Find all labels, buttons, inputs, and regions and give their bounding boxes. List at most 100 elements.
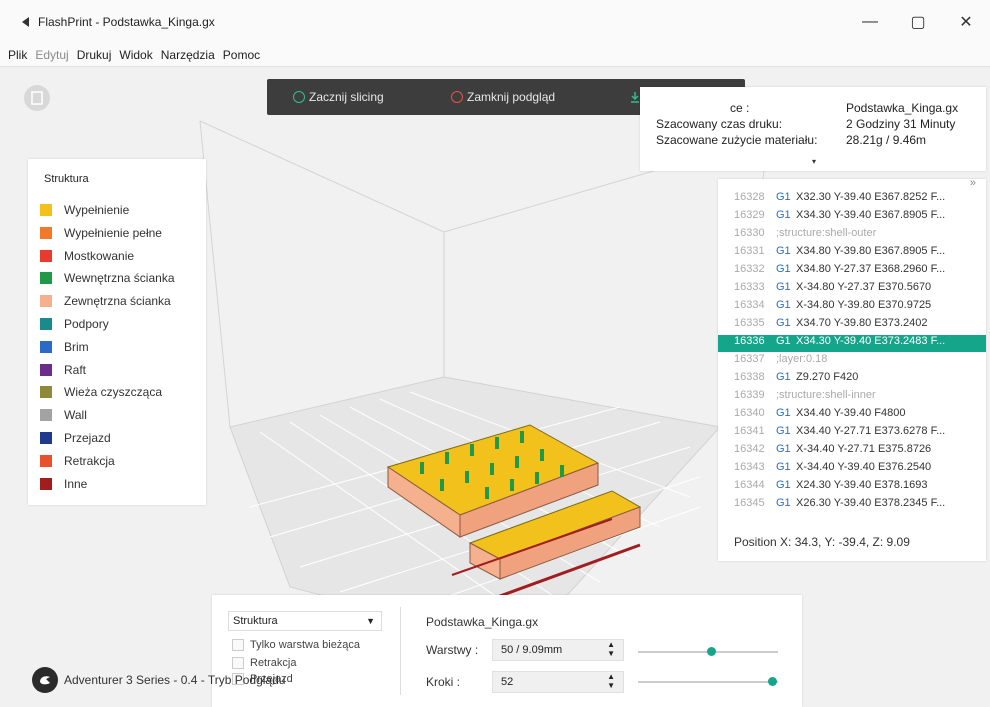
document-icon (31, 91, 43, 105)
only-current-layer-checkbox[interactable]: Tylko warstwa bieżąca (232, 639, 360, 651)
menu-pomoc[interactable]: Pomoc (223, 48, 260, 62)
gcode-arguments: X34.80 Y-39.80 E367.8905 F... (796, 245, 946, 257)
maximize-button[interactable]: ▢ (894, 0, 942, 44)
collapse-panel-icon[interactable]: » (970, 177, 976, 189)
title-bar: FlashPrint - Podstawka_Kinga.gx — ▢ ✕ (0, 0, 990, 44)
gcode-line[interactable]: 16336 G1 X34.30 Y-39.40 E373.2483 F... (718, 335, 986, 352)
gcode-arguments: X32.30 Y-39.40 E367.8252 F... (796, 191, 946, 203)
gcode-line-number: 16328 (734, 191, 765, 203)
gcode-command: G1 (776, 191, 791, 203)
gcode-line[interactable]: 16340 G1 X34.40 Y-39.40 F4800 (718, 407, 986, 424)
menu-edytuj[interactable]: Edytuj (35, 48, 68, 62)
print-info-panel: ce : Podstawka_Kinga.gx Szacowany czas d… (640, 87, 986, 171)
legend-label: Brim (64, 339, 89, 354)
gcode-line-number: 16333 (734, 281, 765, 293)
status-text: Adventurer 3 Series - 0.4 - Tryb Podgląd… (64, 673, 286, 687)
preview-viewport[interactable]: Zacznij slicing Zamknij podgląd ce : Pod… (0, 67, 990, 707)
gcode-line[interactable]: 16338 G1 Z9.270 F420 (718, 371, 986, 388)
gcode-line-number: 16345 (734, 497, 765, 509)
menu-narzedzia[interactable]: Narzędzia (161, 48, 215, 62)
gcode-panel: » 16328 G1 X32.30 Y-39.40 E367.8252 F... 16… (718, 177, 986, 561)
steps-slider-handle[interactable] (768, 677, 778, 686)
gcode-line[interactable]: 16333 G1 X-34.80 Y-27.37 E370.5670 (718, 281, 986, 298)
legend-swatch (40, 226, 52, 239)
gcode-line[interactable]: 16334 G1 X-34.80 Y-39.80 E370.9725 (718, 299, 986, 316)
minimize-button[interactable]: — (846, 0, 894, 44)
gcode-line-number: 16332 (734, 263, 765, 275)
gcode-arguments: X34.40 Y-27.71 E373.6278 F... (796, 425, 946, 437)
legend-swatch (40, 340, 52, 353)
legend-label: Retrakcja (64, 453, 115, 468)
legend-item: Wypełnienie (40, 203, 129, 217)
close-button[interactable]: ✕ (942, 0, 990, 44)
time-value: 2 Godziny 31 Minuty (846, 117, 956, 131)
menu-plik[interactable]: Plik (8, 48, 27, 62)
printer-logo-icon (40, 676, 50, 685)
menu-widok[interactable]: Widok (119, 48, 152, 62)
gcode-command: G1 (776, 443, 791, 455)
chevron-down-icon: ▼ (366, 616, 375, 626)
menu-drukuj[interactable]: Drukuj (77, 48, 112, 62)
collapse-arrow-icon[interactable]: ▾ (812, 157, 816, 166)
legend-swatch (40, 363, 52, 376)
legend-swatch (40, 295, 52, 308)
gcode-comment: ;layer:0.18 (776, 353, 828, 365)
gcode-line[interactable]: 16331 G1 X34.80 Y-39.80 E367.8905 F... (718, 245, 986, 262)
spin-arrows-icon[interactable]: ▲ ▼ (607, 672, 615, 690)
play-icon (293, 91, 305, 103)
gcode-line[interactable]: 16332 G1 X34.80 Y-27.37 E368.2960 F... (718, 263, 986, 280)
gcode-command: G1 (776, 371, 791, 383)
view-mode-select[interactable]: Struktura ▼ (228, 611, 382, 631)
menu-bar: Plik Edytuj Drukuj Widok Narzędzia Pomoc (0, 44, 990, 67)
legend-item: Retrakcja (40, 454, 115, 468)
gcode-line[interactable]: 16342 G1 X-34.40 Y-27.71 E375.8726 (718, 443, 986, 460)
layers-slider-handle[interactable] (706, 647, 716, 656)
steps-spinbox[interactable]: 52 ▲ ▼ (492, 671, 624, 693)
gcode-command: G1 (776, 245, 791, 257)
legend-label: Podpory (64, 317, 109, 331)
structure-legend: Struktura Wypełnienie Wypełnienie pełne Mo… (28, 159, 206, 505)
gcode-line[interactable]: 16335 G1 X34.70 Y-39.80 E373.2402 (718, 317, 986, 334)
layers-slider[interactable] (638, 647, 778, 656)
legend-item: Mostkowanie (40, 249, 134, 263)
home-view-button[interactable] (24, 85, 50, 111)
close-preview-button[interactable]: Zamknij podgląd (451, 79, 555, 115)
gcode-line-number: 16329 (734, 209, 765, 221)
gcode-command: G1 (776, 299, 791, 311)
gcode-line[interactable]: 16341 G1 X34.40 Y-27.71 E373.6278 F... (718, 425, 986, 442)
gcode-command: G1 (776, 281, 791, 293)
steps-slider[interactable] (638, 677, 778, 686)
gcode-line[interactable]: 16343 G1 X-34.40 Y-39.40 E376.2540 (718, 461, 986, 478)
legend-swatch (40, 318, 52, 330)
spin-arrows-icon[interactable]: ▲ ▼ (607, 640, 615, 658)
layers-spinbox[interactable]: 50 / 9.09mm ▲ ▼ (492, 639, 624, 661)
gcode-line-number: 16344 (734, 479, 765, 491)
gcode-line[interactable]: 16339 ;structure:shell-inner (718, 389, 986, 406)
app-icon (22, 17, 29, 27)
gcode-line[interactable]: 16330 ;structure:shell-outer (718, 227, 986, 244)
gcode-command: G1 (776, 461, 791, 473)
steps-label: Kroki : (426, 675, 461, 689)
layer-controls-panel: Struktura ▼ Tylko warstwa bieżąca Retrak… (212, 595, 802, 707)
window-title: FlashPrint - Podstawka_Kinga.gx (38, 15, 215, 29)
legend-item: Wall (40, 408, 87, 422)
legend-label: Wypełnienie pełne (64, 225, 162, 240)
printer-status-icon[interactable] (32, 667, 58, 693)
time-label: Szacowany czas druku: (656, 117, 783, 131)
gcode-line-number: 16340 (734, 407, 765, 419)
only-current-layer-label: Tylko warstwa bieżąca (250, 639, 361, 651)
name-value: Podstawka_Kinga.gx (846, 101, 959, 115)
gcode-line-number: 16336 (734, 335, 765, 347)
legend-title: Struktura (44, 173, 89, 185)
gcode-line[interactable]: 16344 G1 X24.30 Y-39.40 E378.1693 (718, 479, 986, 496)
gcode-command: G1 (776, 209, 791, 221)
gcode-arguments: X26.30 Y-39.40 E378.2345 F... (796, 497, 946, 509)
gcode-arguments: X34.40 Y-39.40 F4800 (796, 407, 906, 419)
gcode-line[interactable]: 16329 G1 X34.30 Y-39.40 E367.8905 F... (718, 209, 986, 226)
start-slicing-button[interactable]: Zacznij slicing (293, 79, 384, 115)
gcode-line[interactable]: 16337 ;layer:0.18 (718, 353, 986, 370)
gcode-line[interactable]: 16345 G1 X26.30 Y-39.40 E378.2345 F... (718, 497, 986, 514)
gcode-line[interactable]: 16328 G1 X32.30 Y-39.40 E367.8252 F... (718, 191, 986, 208)
name-label: ce : (730, 101, 750, 115)
start-slicing-label: Zacznij slicing (309, 90, 384, 104)
